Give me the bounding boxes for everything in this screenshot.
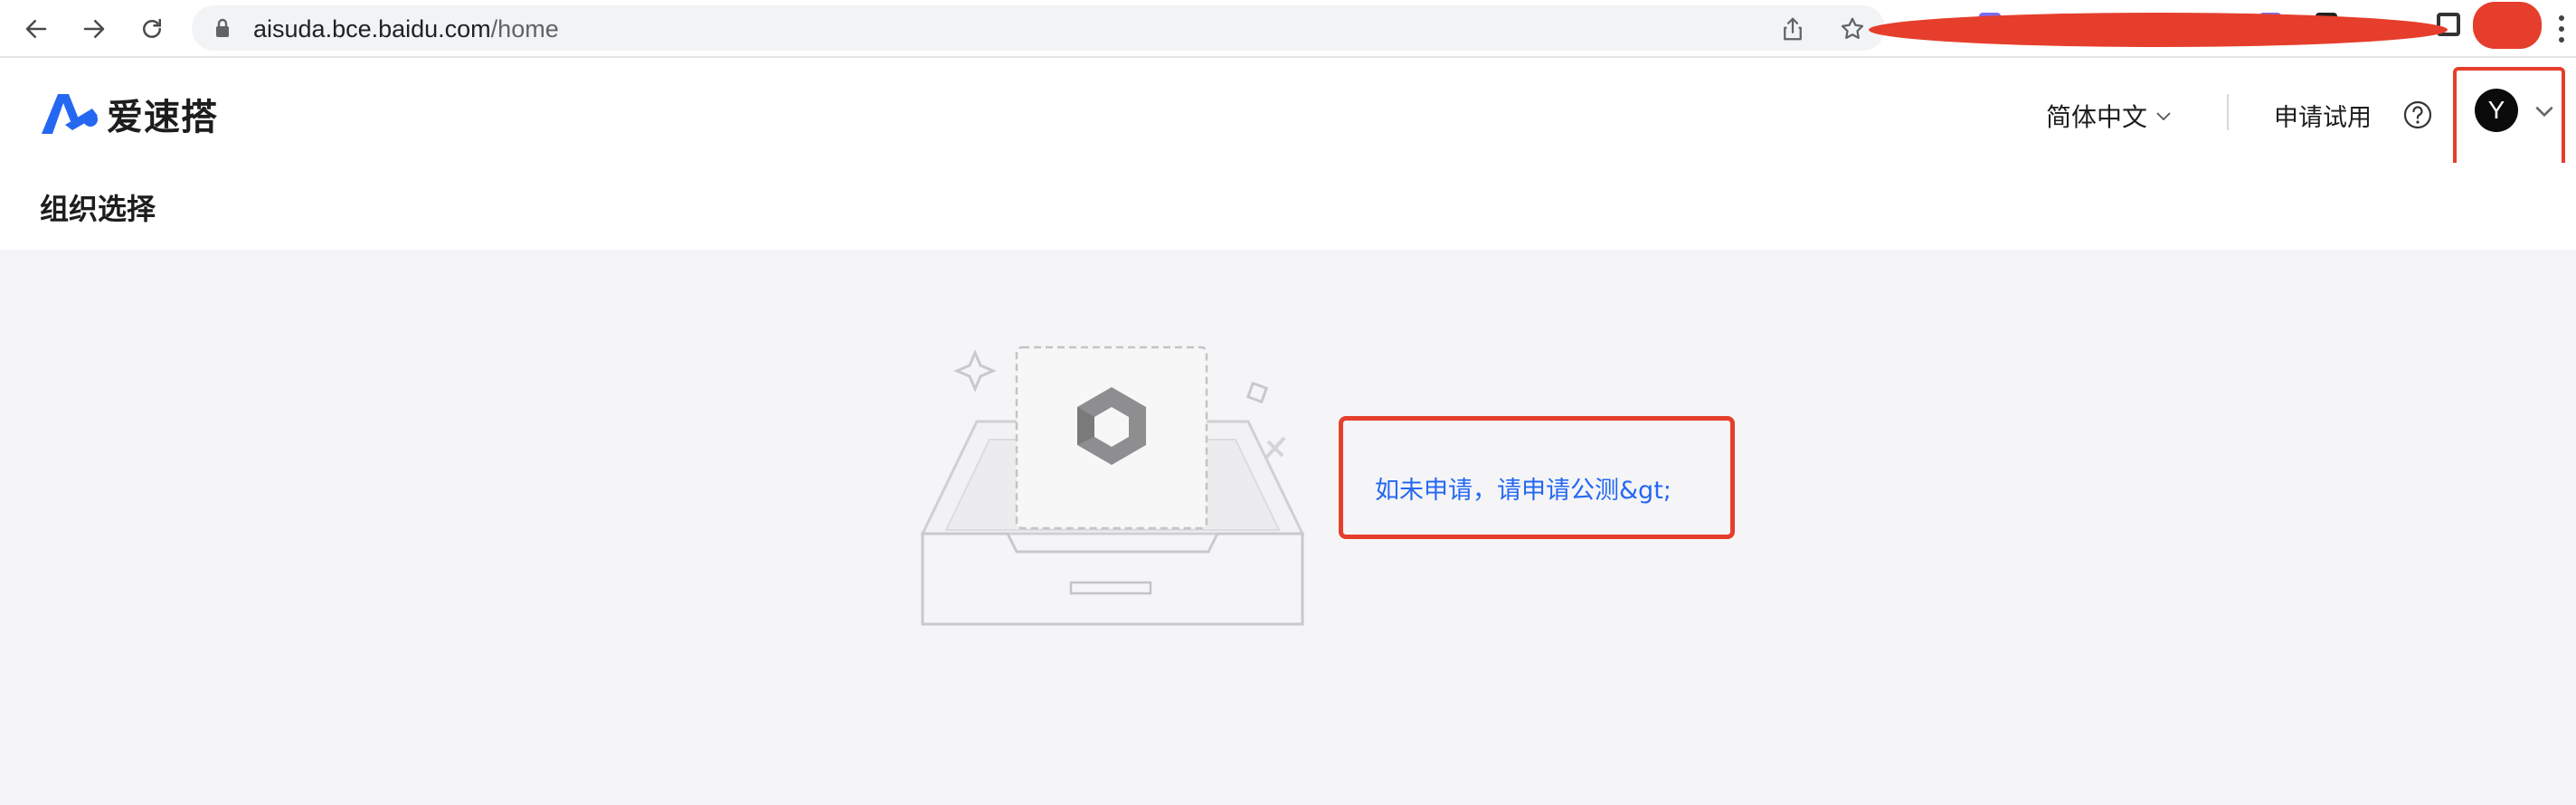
browser-toolbar: aisuda.bce.baidu.com/home <box>0 0 2576 58</box>
language-selector[interactable]: 简体中文 <box>2046 98 2174 134</box>
forward-arrow-icon[interactable] <box>74 9 114 49</box>
page-title: 组织选择 <box>40 192 156 226</box>
logo-mark-icon <box>42 94 98 134</box>
empty-inbox-illustration <box>920 346 1305 626</box>
star-icon[interactable] <box>1838 14 1867 43</box>
url-host: aisuda.bce.baidu.com <box>253 15 491 43</box>
header-divider <box>2227 94 2229 130</box>
lock-icon <box>216 18 229 37</box>
brand-logo[interactable]: 爱速搭 <box>38 89 218 139</box>
redaction-mark <box>1869 13 2448 47</box>
apply-trial-link[interactable]: 申请试用 <box>2274 98 2372 133</box>
app-header: 爱速搭 简体中文 申请试用 <box>0 58 2576 163</box>
address-bar[interactable]: aisuda.bce.baidu.com/home <box>192 5 1885 51</box>
user-menu-highlight <box>2453 67 2565 175</box>
apply-beta-link[interactable]: 如未申请，请申请公测&gt; <box>1375 470 1672 506</box>
redaction-mark <box>2473 2 2542 49</box>
page-title-bar: 组织选择 <box>0 163 2576 250</box>
logo-text: 爱速搭 <box>107 97 218 138</box>
language-label: 简体中文 <box>2046 102 2148 132</box>
chevron-down-icon <box>2156 112 2171 121</box>
share-icon[interactable] <box>1778 14 1807 43</box>
url-path: /home <box>490 15 559 43</box>
back-arrow-icon[interactable] <box>16 9 56 49</box>
help-icon[interactable] <box>2402 99 2433 130</box>
reload-icon[interactable] <box>132 9 172 49</box>
browser-menu-icon[interactable] <box>2552 13 2571 45</box>
url-text: aisuda.bce.baidu.com/home <box>253 16 559 42</box>
